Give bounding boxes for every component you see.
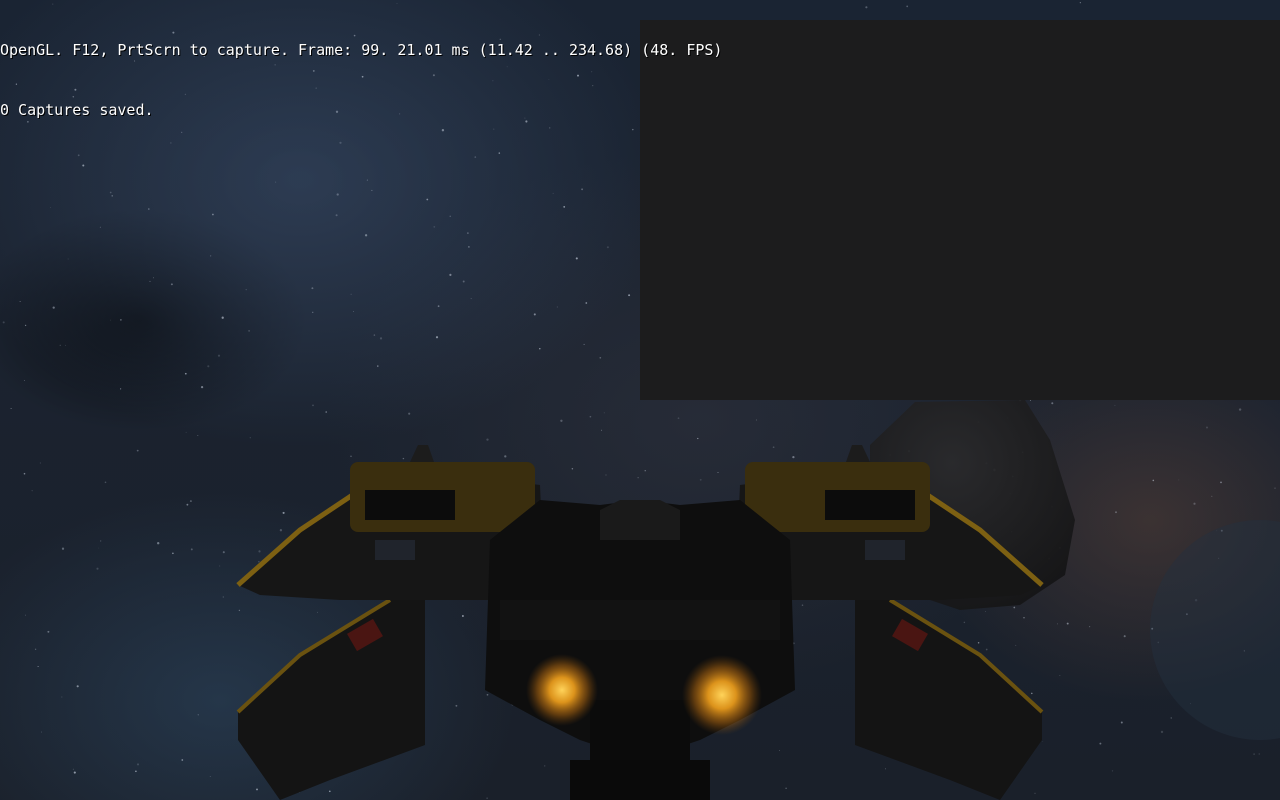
captures-saved-text: 0 Captures saved. — [0, 101, 154, 119]
game-viewport[interactable]: OpenGL. F12, PrtScrn to capture. Frame: … — [0, 0, 1280, 800]
blank-overlay-panel — [640, 20, 1280, 400]
planet — [1150, 520, 1280, 740]
right-engine-glow — [682, 655, 762, 735]
right-lower-wing — [855, 600, 1042, 800]
left-engine-glow — [526, 654, 598, 726]
debug-hud: OpenGL. F12, PrtScrn to capture. Frame: … — [0, 0, 722, 160]
spaceship — [236, 445, 1044, 800]
left-lower-wing — [238, 600, 425, 800]
frame-stats-text: OpenGL. F12, PrtScrn to capture. Frame: … — [0, 41, 723, 59]
